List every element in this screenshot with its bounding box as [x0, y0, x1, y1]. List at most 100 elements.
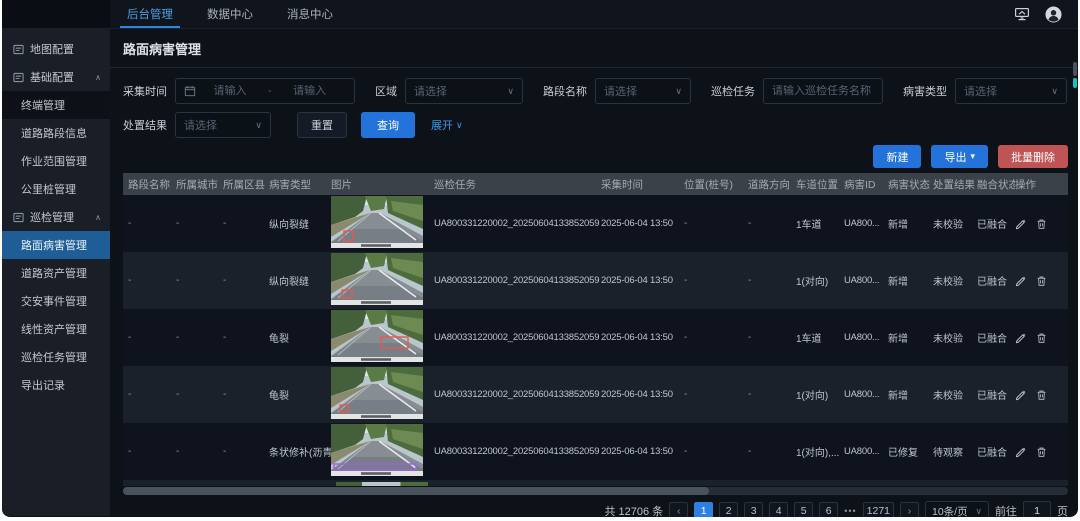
- table-row[interactable]: ---条状修补(沥青)UA800331220002_20250604133852…: [123, 423, 1068, 480]
- table-cell: UA800...: [844, 389, 888, 400]
- edit-icon[interactable]: [1015, 332, 1027, 344]
- scrollbar-teal-marker: [1073, 78, 1077, 88]
- table-cell: 未校验: [933, 273, 977, 288]
- date-range-picker[interactable]: -: [175, 78, 355, 104]
- table-cell: 纵向裂缝: [269, 216, 331, 231]
- nav-tab[interactable]: 后台管理: [110, 0, 190, 28]
- table-row[interactable]: ---龟裂UA800331220002_20250604133852059202…: [123, 309, 1068, 366]
- monitor-icon[interactable]: [1014, 7, 1030, 21]
- page-button[interactable]: 1: [694, 502, 713, 518]
- table-cell: UA800...: [844, 332, 888, 343]
- table-cell: -: [684, 275, 748, 286]
- table-cell: 1车道: [796, 216, 844, 231]
- date-end-input[interactable]: [282, 85, 338, 97]
- sidebar-item[interactable]: 道路资产管理: [2, 259, 110, 287]
- expand-link[interactable]: 展开: [431, 117, 463, 133]
- sidebar-item[interactable]: 道路路段信息: [2, 119, 110, 147]
- map-config-icon: [13, 44, 24, 55]
- table-cell: 已融合: [977, 330, 1015, 345]
- row-photo: [336, 482, 428, 486]
- column-header: 图片: [331, 177, 434, 192]
- sidebar-item[interactable]: 巡检管理: [2, 203, 110, 231]
- column-header: 道路方向: [748, 177, 796, 192]
- sidebar-item[interactable]: 线性资产管理: [2, 315, 110, 343]
- sidebar-item[interactable]: 路面病害管理: [2, 231, 110, 259]
- more-pages-button[interactable]: •••: [844, 506, 856, 516]
- delete-icon[interactable]: [1036, 389, 1047, 401]
- page-button[interactable]: 5: [794, 502, 813, 518]
- table-cell: -: [128, 275, 176, 286]
- road-name-select[interactable]: 请选择: [595, 78, 691, 104]
- result-select[interactable]: 请选择: [175, 112, 271, 138]
- sidebar-item[interactable]: 公里桩管理: [2, 175, 110, 203]
- sidebar-item[interactable]: 导出记录: [2, 371, 110, 399]
- table-cell: -: [223, 332, 269, 343]
- table-toolbar: 新建 导出 批量删除: [123, 145, 1068, 168]
- vertical-scrollbar[interactable]: [1073, 62, 1077, 88]
- horizontal-scrollbar[interactable]: [123, 487, 1068, 495]
- road-photo-thumbnail[interactable]: [331, 411, 423, 422]
- table-row[interactable]: ---龟裂UA800331220002_20250604133852059202…: [123, 366, 1068, 423]
- table-cell: -: [128, 218, 176, 229]
- table-cell: UA800331220002_20250604133852059: [434, 446, 601, 457]
- edit-icon[interactable]: [1015, 275, 1027, 287]
- edit-icon[interactable]: [1015, 218, 1027, 230]
- table-cell: 新增: [888, 330, 933, 345]
- nav-tab[interactable]: 数据中心: [190, 0, 270, 28]
- sidebar-item[interactable]: 基础配置: [2, 63, 110, 91]
- sidebar-item[interactable]: 巡检任务管理: [2, 343, 110, 371]
- table-body: ---纵向裂缝UA800331220002_202506041338520592…: [123, 195, 1068, 480]
- divider: [110, 67, 1078, 68]
- delete-icon[interactable]: [1036, 275, 1047, 287]
- table-row[interactable]: ---纵向裂缝UA800331220002_202506041338520592…: [123, 252, 1068, 309]
- next-page-button[interactable]: ›: [900, 502, 919, 518]
- sidebar-item[interactable]: 终端管理: [2, 91, 110, 119]
- delete-icon[interactable]: [1036, 332, 1047, 344]
- table-cell: -: [128, 446, 176, 457]
- region-select[interactable]: 请选择: [405, 78, 523, 104]
- table-cell: -: [176, 218, 223, 229]
- road-photo-thumbnail[interactable]: [331, 240, 423, 251]
- nav-tab[interactable]: 消息中心: [270, 0, 350, 28]
- task-input[interactable]: [772, 85, 874, 97]
- table-cell: 1(对向): [796, 273, 844, 288]
- vertical-scrollbar-thumb[interactable]: [1073, 62, 1077, 76]
- table-row[interactable]: ---纵向裂缝UA800331220002_202506041338520592…: [123, 195, 1068, 252]
- chevron-down-icon: [507, 85, 514, 97]
- sidebar-item[interactable]: 地图配置: [2, 35, 110, 63]
- page-size-select[interactable]: 10条/页: [925, 501, 989, 517]
- road-photo-thumbnail[interactable]: [331, 354, 423, 365]
- page-button[interactable]: 6: [819, 502, 838, 518]
- region-label: 区域: [375, 83, 397, 99]
- delete-icon[interactable]: [1036, 218, 1047, 230]
- page-button[interactable]: 4: [769, 502, 788, 518]
- goto-page-input[interactable]: [1023, 501, 1051, 517]
- user-avatar-icon[interactable]: [1045, 6, 1062, 23]
- table-cell: 2025-06-04 13:50: [601, 389, 684, 400]
- edit-icon[interactable]: [1015, 389, 1027, 401]
- sidebar-item[interactable]: 交安事件管理: [2, 287, 110, 315]
- page-button[interactable]: 3: [744, 502, 763, 518]
- table-cell: -: [684, 446, 748, 457]
- edit-icon[interactable]: [1015, 446, 1027, 458]
- horizontal-scrollbar-thumb[interactable]: [123, 487, 709, 495]
- actions-cell: [1015, 332, 1065, 344]
- export-button[interactable]: 导出: [931, 145, 988, 168]
- sidebar-item[interactable]: 作业范围管理: [2, 147, 110, 175]
- reset-button[interactable]: 重置: [297, 112, 347, 138]
- prev-page-button[interactable]: ‹: [669, 502, 688, 518]
- date-start-input[interactable]: [202, 85, 258, 97]
- goto-suffix: 页: [1057, 503, 1068, 517]
- last-page-button[interactable]: 1271: [863, 502, 894, 518]
- actions-cell: [1015, 446, 1065, 458]
- search-button[interactable]: 查询: [361, 112, 415, 138]
- table-cell: UA800331220002_20250604133852059: [434, 275, 601, 286]
- road-photo-thumbnail[interactable]: [331, 468, 423, 479]
- create-button[interactable]: 新建: [873, 145, 921, 168]
- page-button[interactable]: 2: [719, 502, 738, 518]
- delete-icon[interactable]: [1036, 446, 1047, 458]
- road-photo-thumbnail[interactable]: [331, 297, 423, 308]
- disease-type-select[interactable]: 请选择: [955, 78, 1067, 104]
- batch-delete-button[interactable]: 批量删除: [998, 145, 1068, 168]
- table-cell: -: [684, 389, 748, 400]
